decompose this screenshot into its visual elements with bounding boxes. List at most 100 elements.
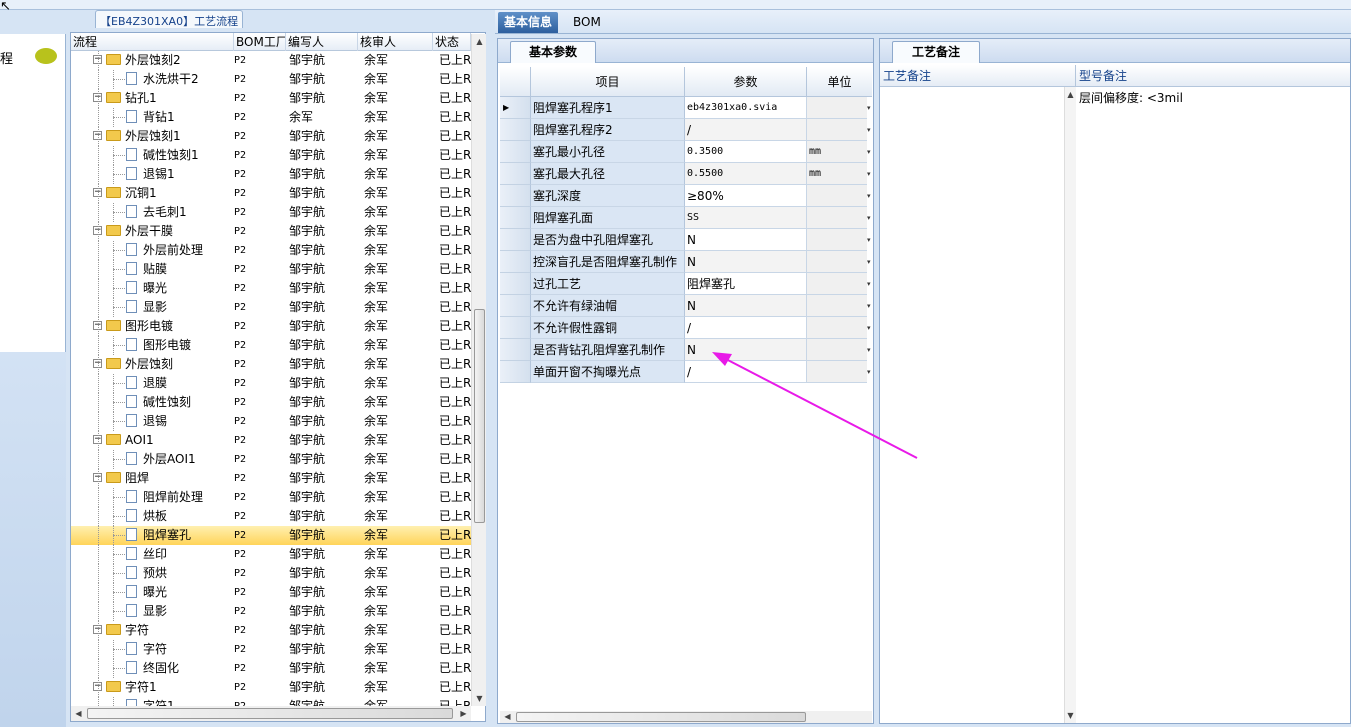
tree-row[interactable]: − 外层蚀刻1 P2 邹宇航 余军 已上R: [71, 127, 471, 146]
scroll-left-icon[interactable]: ◀: [500, 709, 515, 724]
param-value[interactable]: 0.3500: [685, 141, 807, 163]
tree-row[interactable]: 显影 P2 邹宇航 余军 已上R: [71, 298, 471, 317]
param-row[interactable]: 是否背钻孔阻焊塞孔制作 N ▾: [500, 339, 872, 361]
left-nav-label[interactable]: 程: [0, 48, 13, 67]
scroll-down-icon[interactable]: ▼: [1063, 708, 1078, 723]
hscroll-thumb[interactable]: [87, 708, 453, 719]
tree-row[interactable]: 预烘 P2 邹宇航 余军 已上R: [71, 564, 471, 583]
param-unit[interactable]: [807, 251, 867, 273]
tree-row-name[interactable]: 烘板: [126, 507, 234, 526]
tree-row-name[interactable]: − 外层蚀刻2: [93, 51, 234, 70]
tree-row-name[interactable]: 碱性蚀刻: [126, 393, 234, 412]
tree-row-name[interactable]: − 图形电镀: [93, 317, 234, 336]
grid-header-unit[interactable]: 单位: [807, 67, 872, 97]
param-unit[interactable]: [807, 339, 867, 361]
tree-row[interactable]: 终固化 P2 邹宇航 余军 已上R: [71, 659, 471, 678]
grid-header-param[interactable]: 参数: [685, 67, 807, 97]
tab-process-remarks[interactable]: 工艺备注: [892, 41, 980, 63]
row-indicator[interactable]: [500, 141, 531, 163]
param-value[interactable]: /: [685, 317, 807, 339]
param-value[interactable]: /: [685, 119, 807, 141]
param-row[interactable]: 控深盲孔是否阻焊塞孔制作 N ▾: [500, 251, 872, 273]
dropdown-arrow-icon[interactable]: ▾: [867, 119, 872, 141]
col-header-reviewer[interactable]: 核审人: [358, 33, 433, 51]
tree-row-name[interactable]: 图形电镀: [126, 336, 234, 355]
scroll-up-icon[interactable]: ▲: [472, 34, 487, 49]
tree-row[interactable]: − 外层干膜 P2 邹宇航 余军 已上R: [71, 222, 471, 241]
tree-row-name[interactable]: − 钻孔1: [93, 89, 234, 108]
param-value[interactable]: 阻焊塞孔: [685, 273, 807, 295]
tree-row[interactable]: 水洗烘干2 P2 邹宇航 余军 已上R: [71, 70, 471, 89]
tree-row-name[interactable]: − AOI1: [93, 431, 234, 450]
col-header-status[interactable]: 状态: [433, 33, 471, 51]
dropdown-arrow-icon[interactable]: ▾: [867, 163, 872, 185]
dropdown-arrow-icon[interactable]: ▾: [867, 339, 872, 361]
tree-row-name[interactable]: − 字符: [93, 621, 234, 640]
param-unit[interactable]: [807, 119, 867, 141]
tree-row[interactable]: − 钻孔1 P2 邹宇航 余军 已上R: [71, 89, 471, 108]
tree-row-name[interactable]: 阻焊前处理: [126, 488, 234, 507]
tree-row[interactable]: − AOI1 P2 邹宇航 余军 已上R: [71, 431, 471, 450]
tree-row[interactable]: 烘板 P2 邹宇航 余军 已上R: [71, 507, 471, 526]
tree-row[interactable]: 阻焊前处理 P2 邹宇航 余军 已上R: [71, 488, 471, 507]
param-row[interactable]: 是否为盘中孔阻焊塞孔 N ▾: [500, 229, 872, 251]
remarks-vertical-scrollbar[interactable]: ▲ ▼: [1064, 87, 1076, 723]
param-unit[interactable]: [807, 273, 867, 295]
tree-row-name[interactable]: 背钻1: [126, 108, 234, 127]
dropdown-arrow-icon[interactable]: ▾: [867, 141, 872, 163]
grid-header-item[interactable]: 项目: [531, 67, 685, 97]
col-header-writer[interactable]: 编写人: [286, 33, 358, 51]
tree-row-name[interactable]: 退膜: [126, 374, 234, 393]
row-indicator[interactable]: [500, 119, 531, 141]
tree-row-name[interactable]: 丝印: [126, 545, 234, 564]
tree-row-name[interactable]: 退锡1: [126, 165, 234, 184]
dropdown-arrow-icon[interactable]: ▾: [867, 97, 872, 119]
param-value[interactable]: N: [685, 295, 807, 317]
dropdown-arrow-icon[interactable]: ▾: [867, 317, 872, 339]
param-value[interactable]: /: [685, 361, 807, 383]
param-unit[interactable]: [807, 361, 867, 383]
hscroll-thumb[interactable]: [516, 712, 806, 722]
dropdown-arrow-icon[interactable]: ▾: [867, 185, 872, 207]
tree-row[interactable]: 阻焊塞孔 P2 邹宇航 余军 已上R: [71, 526, 471, 545]
param-unit[interactable]: mm: [807, 163, 867, 185]
tree-row[interactable]: − 外层蚀刻 P2 邹宇航 余军 已上R: [71, 355, 471, 374]
tree-row[interactable]: 字符 P2 邹宇航 余军 已上R: [71, 640, 471, 659]
tree-row-name[interactable]: 曝光: [126, 583, 234, 602]
tree-row[interactable]: 背钻1 P2 余军 余军 已上R: [71, 108, 471, 127]
tree-row[interactable]: − 字符1 P2 邹宇航 余军 已上R: [71, 678, 471, 697]
row-indicator[interactable]: [500, 251, 531, 273]
param-unit[interactable]: [807, 317, 867, 339]
param-row[interactable]: 不允许有绿油帽 N ▾: [500, 295, 872, 317]
tree-row-name[interactable]: 外层前处理: [126, 241, 234, 260]
row-indicator[interactable]: [500, 317, 531, 339]
param-unit[interactable]: [807, 229, 867, 251]
param-unit[interactable]: [807, 207, 867, 229]
row-indicator[interactable]: [500, 361, 531, 383]
param-unit[interactable]: mm: [807, 141, 867, 163]
tree-row[interactable]: 退膜 P2 邹宇航 余军 已上R: [71, 374, 471, 393]
dropdown-arrow-icon[interactable]: ▾: [867, 207, 872, 229]
tree-row-name[interactable]: 去毛刺1: [126, 203, 234, 222]
tree-row[interactable]: − 外层蚀刻2 P2 邹宇航 余军 已上R: [71, 51, 471, 70]
dropdown-arrow-icon[interactable]: ▾: [867, 273, 872, 295]
tree-row[interactable]: 丝印 P2 邹宇航 余军 已上R: [71, 545, 471, 564]
row-indicator[interactable]: [500, 163, 531, 185]
panel-splitter[interactable]: [487, 10, 495, 727]
tree-row-name[interactable]: 阻焊塞孔: [126, 526, 234, 545]
dropdown-arrow-icon[interactable]: ▾: [867, 361, 872, 383]
col-header-flow[interactable]: 流程: [71, 33, 234, 51]
row-indicator[interactable]: [500, 295, 531, 317]
col-header-bom[interactable]: BOM工厂: [234, 33, 286, 51]
tree-row[interactable]: 外层前处理 P2 邹宇航 余军 已上R: [71, 241, 471, 260]
tree-row-name[interactable]: − 阻焊: [93, 469, 234, 488]
param-value[interactable]: SS: [685, 207, 807, 229]
tree-row[interactable]: 退锡 P2 邹宇航 余军 已上R: [71, 412, 471, 431]
scroll-thumb[interactable]: [474, 309, 485, 523]
tree-row[interactable]: 显影 P2 邹宇航 余军 已上R: [71, 602, 471, 621]
scroll-left-icon[interactable]: ◀: [71, 706, 86, 721]
dropdown-arrow-icon[interactable]: ▾: [867, 295, 872, 317]
tree-row-name[interactable]: 碱性蚀刻1: [126, 146, 234, 165]
param-row[interactable]: 单面开窗不掏曝光点 / ▾: [500, 361, 872, 383]
dropdown-arrow-icon[interactable]: ▾: [867, 251, 872, 273]
